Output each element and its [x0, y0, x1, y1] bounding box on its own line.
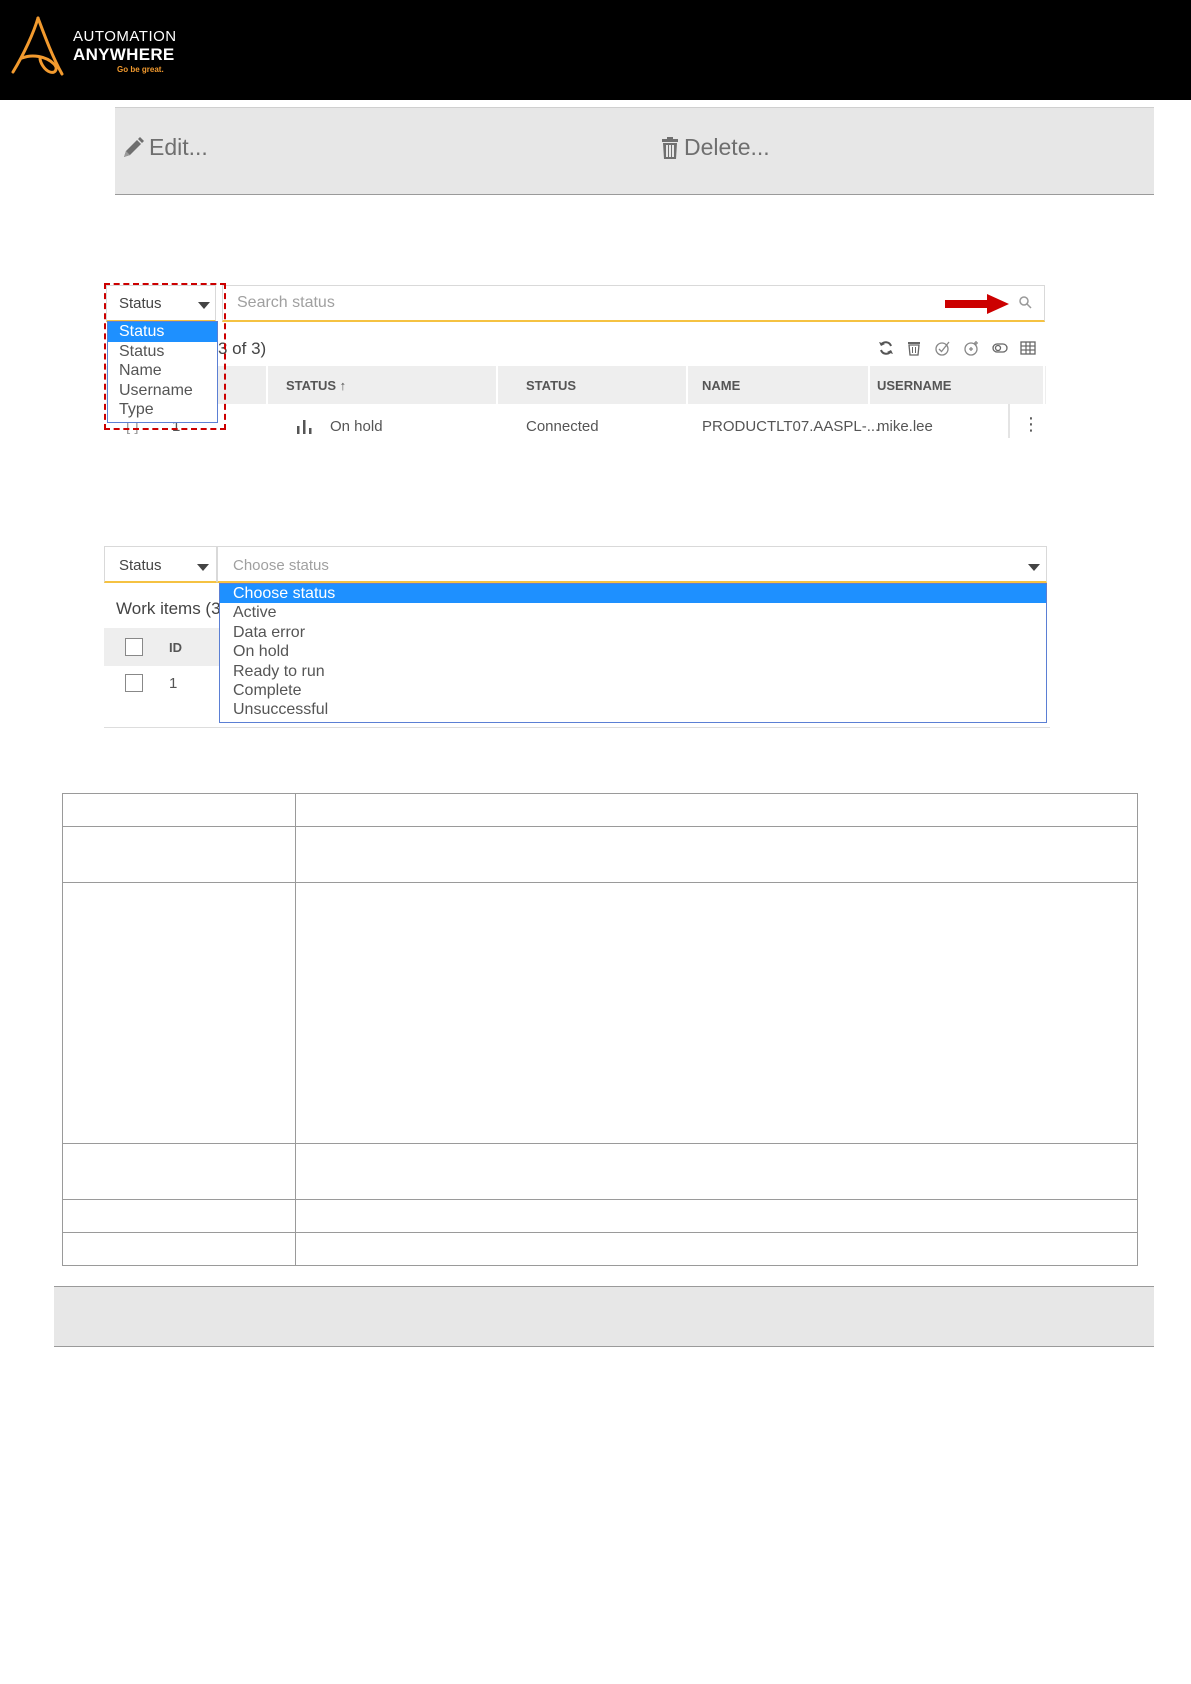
table-row: [63, 794, 1137, 827]
dropdown-option-ready-to-run[interactable]: Ready to run: [220, 662, 1046, 681]
work-items-title: Work items (3: [116, 599, 221, 618]
row-menu-button[interactable]: ⋮: [1022, 414, 1040, 435]
row-checkbox[interactable]: [125, 674, 143, 692]
filter-type-value: Status: [119, 557, 162, 574]
table-row[interactable]: [ ] 1 On hold Connected PRODUCTLT07.AASP…: [106, 404, 1046, 438]
table-header: STATUS ↑ STATUS NAME USERNAME: [106, 366, 1046, 404]
page-header: AUTOMATION ANYWHERE Go be great.: [0, 0, 1191, 100]
column-divider: [295, 794, 296, 1265]
table-row[interactable]: 1: [104, 667, 224, 717]
table-row: [63, 883, 1137, 1144]
refresh-icon[interactable]: [878, 340, 894, 356]
dropdown-highlight-box: [104, 283, 226, 430]
note-bar: [54, 1286, 1154, 1347]
dropdown-option-unsuccessful[interactable]: Unsuccessful: [220, 700, 1046, 719]
chevron-down-icon: [1028, 564, 1040, 571]
search-icon[interactable]: [1018, 295, 1032, 309]
logo-text-line2: ANYWHERE: [73, 45, 175, 64]
dropdown-option-data-error[interactable]: Data error: [220, 623, 1046, 642]
trash-icon[interactable]: [906, 340, 922, 356]
logo-tagline: Go be great.: [117, 65, 164, 74]
status-dropdown: Choose status Active Data error On hold …: [219, 583, 1047, 723]
dropdown-option-complete[interactable]: Complete: [220, 681, 1046, 700]
column-header-status-sorted[interactable]: STATUS ↑: [286, 378, 346, 393]
logo-text-line1: AUTOMATION: [73, 28, 177, 45]
logo-a-mark-icon: [11, 16, 64, 76]
bar-chart-icon: [297, 420, 312, 434]
add-circle-icon[interactable]: [963, 340, 980, 356]
delete-label: Delete...: [684, 134, 770, 160]
table-row: [63, 1200, 1137, 1233]
search-filter-screenshot: Status 3 of 3): [104, 283, 1047, 438]
column-header-status[interactable]: STATUS: [526, 378, 576, 393]
row-name: PRODUCTLT07.AASPL-...: [702, 418, 880, 435]
action-bar: Edit... Delete...: [115, 107, 1154, 195]
column-header-username[interactable]: USERNAME: [877, 378, 951, 393]
search-box: [222, 285, 1045, 322]
chevron-down-icon: [197, 564, 209, 571]
row-device-status: Connected: [526, 418, 599, 435]
table-header: ID: [104, 628, 224, 666]
delete-button[interactable]: Delete...: [660, 134, 770, 161]
grid-icon[interactable]: [1020, 340, 1036, 356]
red-arrow-icon: [945, 294, 1009, 314]
check-circle-icon[interactable]: [934, 340, 951, 356]
dropdown-option-on-hold[interactable]: On hold: [220, 642, 1046, 661]
trash-icon: [662, 136, 678, 159]
edit-button[interactable]: Edit...: [121, 134, 208, 161]
edit-label: Edit...: [149, 134, 208, 160]
toggle-icon[interactable]: [992, 340, 1008, 356]
status-select[interactable]: Choose status: [217, 546, 1047, 583]
table-toolbar: [878, 340, 1036, 356]
table-row: [63, 1144, 1137, 1200]
filter-type-select[interactable]: Status: [104, 546, 217, 583]
column-header-name[interactable]: NAME: [702, 378, 740, 393]
status-filter-screenshot: Status Choose status Work items (3 ID 1 …: [104, 546, 1050, 728]
dropdown-option-active[interactable]: Active: [220, 603, 1046, 622]
status-select-placeholder: Choose status: [233, 557, 329, 574]
reference-table: [62, 793, 1138, 1266]
dropdown-option-choose-status[interactable]: Choose status: [220, 584, 1046, 604]
search-input[interactable]: [223, 286, 923, 320]
row-work-status: On hold: [330, 418, 383, 435]
row-id: 1: [169, 675, 178, 692]
select-all-checkbox[interactable]: [125, 638, 143, 656]
table-row: [63, 827, 1137, 883]
automation-anywhere-logo: AUTOMATION ANYWHERE Go be great.: [10, 14, 200, 78]
row-username: mike.lee: [877, 418, 933, 435]
pencil-icon: [124, 136, 144, 157]
divider: [104, 727, 1050, 728]
column-header-id[interactable]: ID: [169, 640, 182, 655]
